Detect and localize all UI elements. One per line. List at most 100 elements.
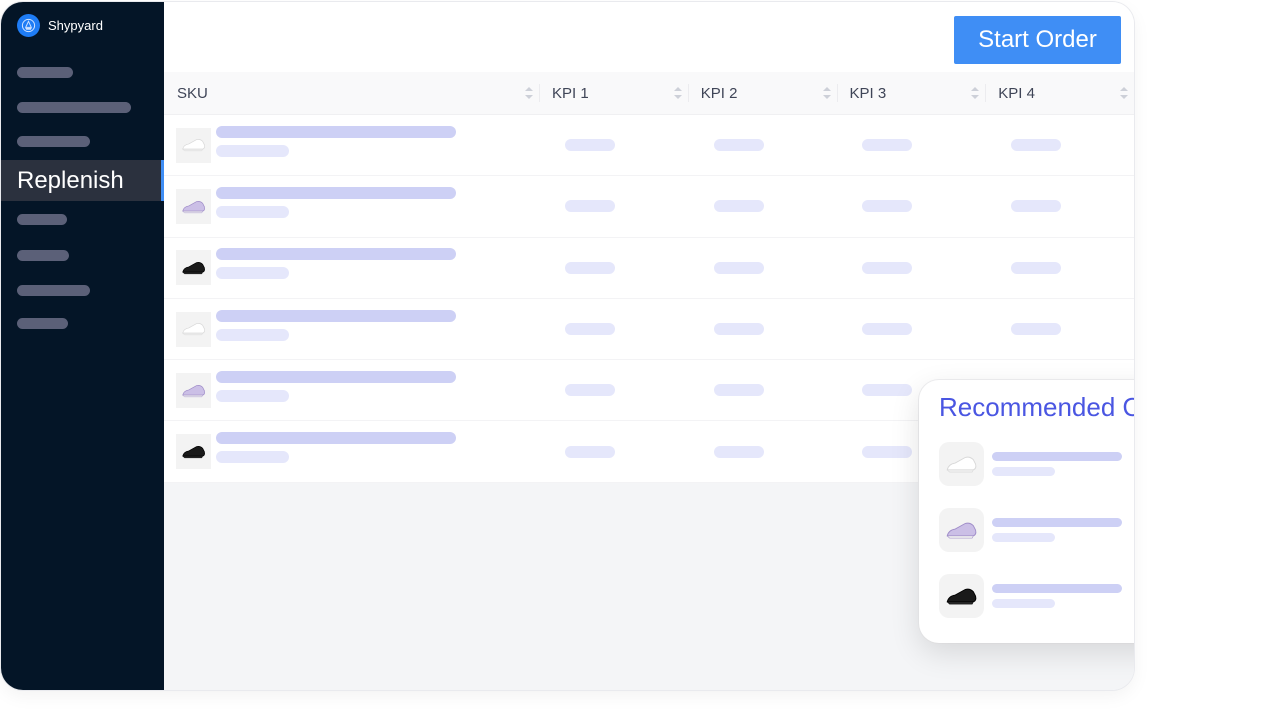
kpi-2-cell — [688, 445, 837, 458]
kpi-value-placeholder — [1011, 200, 1062, 213]
sidebar-item-placeholder[interactable] — [17, 136, 90, 147]
recommended-order-item[interactable]: 282 — [939, 574, 1134, 618]
recommended-order-item[interactable]: 282 — [939, 442, 1134, 486]
kpi-value-placeholder — [564, 200, 615, 213]
kpi-3-cell — [836, 200, 985, 213]
table-row[interactable] — [164, 176, 1134, 238]
kpi-value-placeholder — [713, 261, 764, 274]
item-name-placeholder — [992, 452, 1122, 461]
kpi-2-cell — [688, 384, 837, 397]
item-text-placeholder — [992, 518, 1122, 542]
app-window: Shypyard Replenish Start Order SKU KPI 1 — [1, 2, 1134, 690]
sku-name-placeholder — [216, 432, 456, 445]
sidebar-item-placeholder[interactable] — [17, 102, 131, 113]
sidebar-item-placeholder[interactable] — [17, 250, 69, 261]
sidebar-item-placeholder[interactable] — [17, 214, 67, 225]
kpi-value-placeholder — [713, 200, 764, 213]
kpi-4-cell — [985, 323, 1134, 336]
column-header-kpi-1[interactable]: KPI 1 — [539, 72, 688, 114]
kpi-value-placeholder — [713, 384, 764, 397]
sku-name-placeholder — [216, 370, 456, 383]
ship-captain-logo-icon — [17, 14, 40, 37]
kpi-4-cell — [985, 261, 1134, 274]
recommended-order-item[interactable]: 282 — [939, 508, 1134, 552]
kpi-1-cell — [539, 323, 688, 336]
sidebar-item-placeholder[interactable] — [17, 67, 73, 78]
table-row[interactable] — [164, 115, 1134, 177]
shoe-lavender-icon — [176, 372, 211, 408]
sku-name-placeholder — [216, 309, 456, 322]
item-id-placeholder — [992, 599, 1055, 608]
sku-text-placeholder — [216, 248, 456, 280]
kpi-1-cell — [539, 384, 688, 397]
shoe-black-icon — [939, 574, 984, 618]
sku-text-placeholder — [216, 432, 456, 464]
sku-cell — [164, 176, 539, 236]
kpi-value-placeholder — [1011, 323, 1062, 336]
sku-id-placeholder — [216, 328, 289, 341]
sku-name-placeholder — [216, 125, 456, 138]
table-row[interactable] — [164, 299, 1134, 361]
kpi-value-placeholder — [564, 261, 615, 274]
column-header-kpi-2[interactable]: KPI 2 — [687, 72, 837, 114]
shoe-black-icon — [176, 250, 211, 286]
kpi-2-cell — [688, 200, 837, 213]
column-header-kpi-3[interactable]: KPI 3 — [836, 72, 986, 114]
column-label: KPI 2 — [700, 84, 738, 102]
kpi-value-placeholder — [862, 384, 913, 397]
column-label: KPI 4 — [998, 84, 1035, 102]
sku-cell — [164, 421, 539, 481]
kpi-value-placeholder — [1011, 261, 1062, 274]
sku-text-placeholder — [216, 370, 456, 402]
recommended-order-card: Recommended Order 282 282 282 — [919, 380, 1134, 643]
item-text-placeholder — [992, 452, 1122, 476]
sku-id-placeholder — [216, 389, 289, 402]
item-text-placeholder — [992, 584, 1122, 608]
kpi-3-cell — [836, 139, 985, 152]
sidebar-item-replenish[interactable]: Replenish — [1, 160, 164, 201]
brand-name: Shypyard — [48, 18, 103, 33]
sku-text-placeholder — [216, 309, 456, 341]
sort-icon[interactable] — [971, 87, 980, 99]
kpi-value-placeholder — [564, 139, 615, 152]
kpi-1-cell — [539, 139, 688, 152]
kpi-value-placeholder — [713, 139, 764, 152]
kpi-4-cell — [985, 139, 1134, 152]
sku-cell — [164, 115, 539, 175]
top-bar: Start Order — [164, 2, 1134, 72]
item-name-placeholder — [992, 518, 1122, 527]
column-header-sku[interactable]: SKU — [164, 72, 539, 114]
recommended-order-list: 282 282 282 — [939, 442, 1134, 618]
column-header-kpi-4[interactable]: KPI 4 — [985, 72, 1134, 114]
kpi-2-cell — [688, 139, 837, 152]
kpi-1-cell — [539, 200, 688, 213]
kpi-3-cell — [836, 261, 985, 274]
start-order-button[interactable]: Start Order — [954, 16, 1121, 64]
table-header: SKU KPI 1 KPI 2 KPI 3 KPI 4 — [164, 72, 1134, 115]
kpi-4-cell — [985, 200, 1134, 213]
sort-icon[interactable] — [822, 87, 831, 99]
sku-cell — [164, 238, 539, 298]
shoe-white-icon — [176, 127, 211, 163]
kpi-value-placeholder — [862, 323, 913, 336]
sku-id-placeholder — [216, 205, 289, 218]
kpi-2-cell — [688, 261, 837, 274]
shoe-white-icon — [176, 311, 211, 347]
item-name-placeholder — [992, 584, 1122, 593]
sku-cell — [164, 299, 539, 359]
kpi-value-placeholder — [862, 139, 913, 152]
kpi-value-placeholder — [564, 323, 615, 336]
kpi-value-placeholder — [564, 384, 615, 397]
sidebar-item-placeholder[interactable] — [17, 318, 68, 329]
sort-icon[interactable] — [1120, 87, 1128, 99]
sort-icon[interactable] — [673, 87, 682, 99]
column-label: SKU — [177, 84, 208, 102]
table-row[interactable] — [164, 238, 1134, 299]
sidebar-item-label: Replenish — [17, 166, 124, 194]
kpi-1-cell — [539, 261, 688, 274]
sort-icon[interactable] — [525, 87, 533, 99]
sidebar-item-placeholder[interactable] — [17, 285, 90, 296]
brand[interactable]: Shypyard — [17, 14, 103, 37]
sku-cell — [164, 360, 539, 420]
shoe-lavender-icon — [939, 508, 984, 552]
